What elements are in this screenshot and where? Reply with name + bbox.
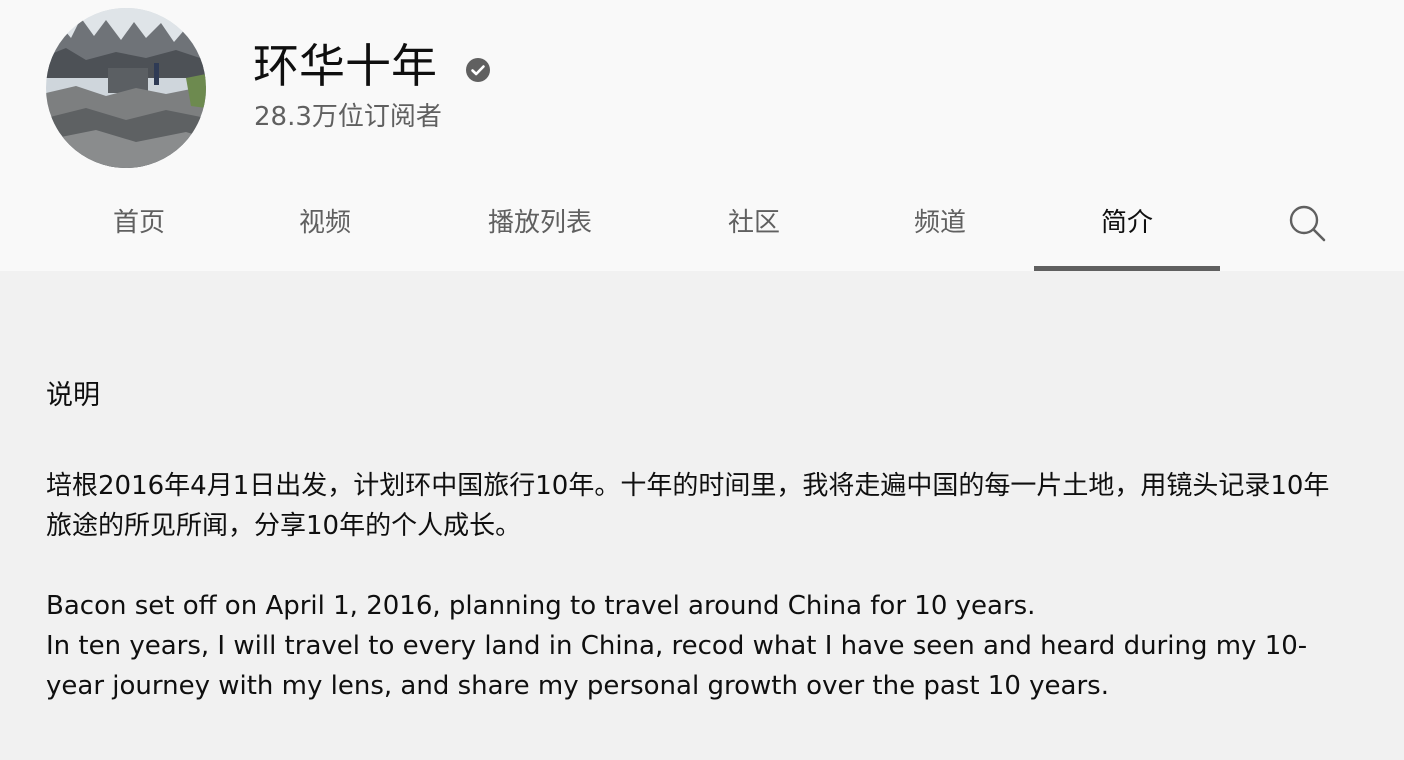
tab-label: 简介: [1100, 208, 1153, 238]
description-english-line1: Bacon set off on April 1, 2016, planning…: [46, 591, 1036, 621]
tab-playlists[interactable]: 播放列表: [433, 180, 647, 268]
section-title-description: 说明: [46, 380, 100, 411]
channel-name: 环华十年: [253, 39, 437, 93]
tab-about[interactable]: 简介: [1034, 180, 1220, 271]
channel-tabs: 首页 视频 播放列表 社区 频道 简介: [46, 180, 1346, 271]
search-icon[interactable]: [1286, 202, 1330, 246]
description-english-line2: In ten years, I will travel to every lan…: [46, 631, 1308, 701]
channel-avatar[interactable]: [46, 8, 206, 168]
description-chinese: 培根2016年4月1日出发，计划环中国旅行10年。十年的时间里，我将走遍中国的每…: [46, 471, 1330, 541]
tab-label: 频道: [913, 208, 966, 238]
tab-label: 首页: [112, 208, 165, 238]
avatar-image: [46, 8, 206, 168]
subscriber-count: 28.3万位订阅者: [254, 102, 442, 132]
tab-label: 播放列表: [487, 208, 592, 238]
tab-label: 视频: [298, 208, 351, 238]
tab-videos[interactable]: 视频: [232, 180, 418, 268]
active-tab-indicator: [1034, 266, 1220, 271]
tab-label: 社区: [727, 208, 780, 238]
tab-community[interactable]: 社区: [661, 180, 847, 268]
channel-header: 环华十年 28.3万位订阅者 首页 视频 播放列表 社区 频道 简介: [0, 0, 1404, 271]
verified-check-icon: [465, 57, 491, 83]
channel-description: 培根2016年4月1日出发，计划环中国旅行10年。十年的时间里，我将走遍中国的每…: [46, 466, 1336, 706]
tab-channels[interactable]: 频道: [847, 180, 1033, 268]
tab-home[interactable]: 首页: [46, 180, 232, 268]
